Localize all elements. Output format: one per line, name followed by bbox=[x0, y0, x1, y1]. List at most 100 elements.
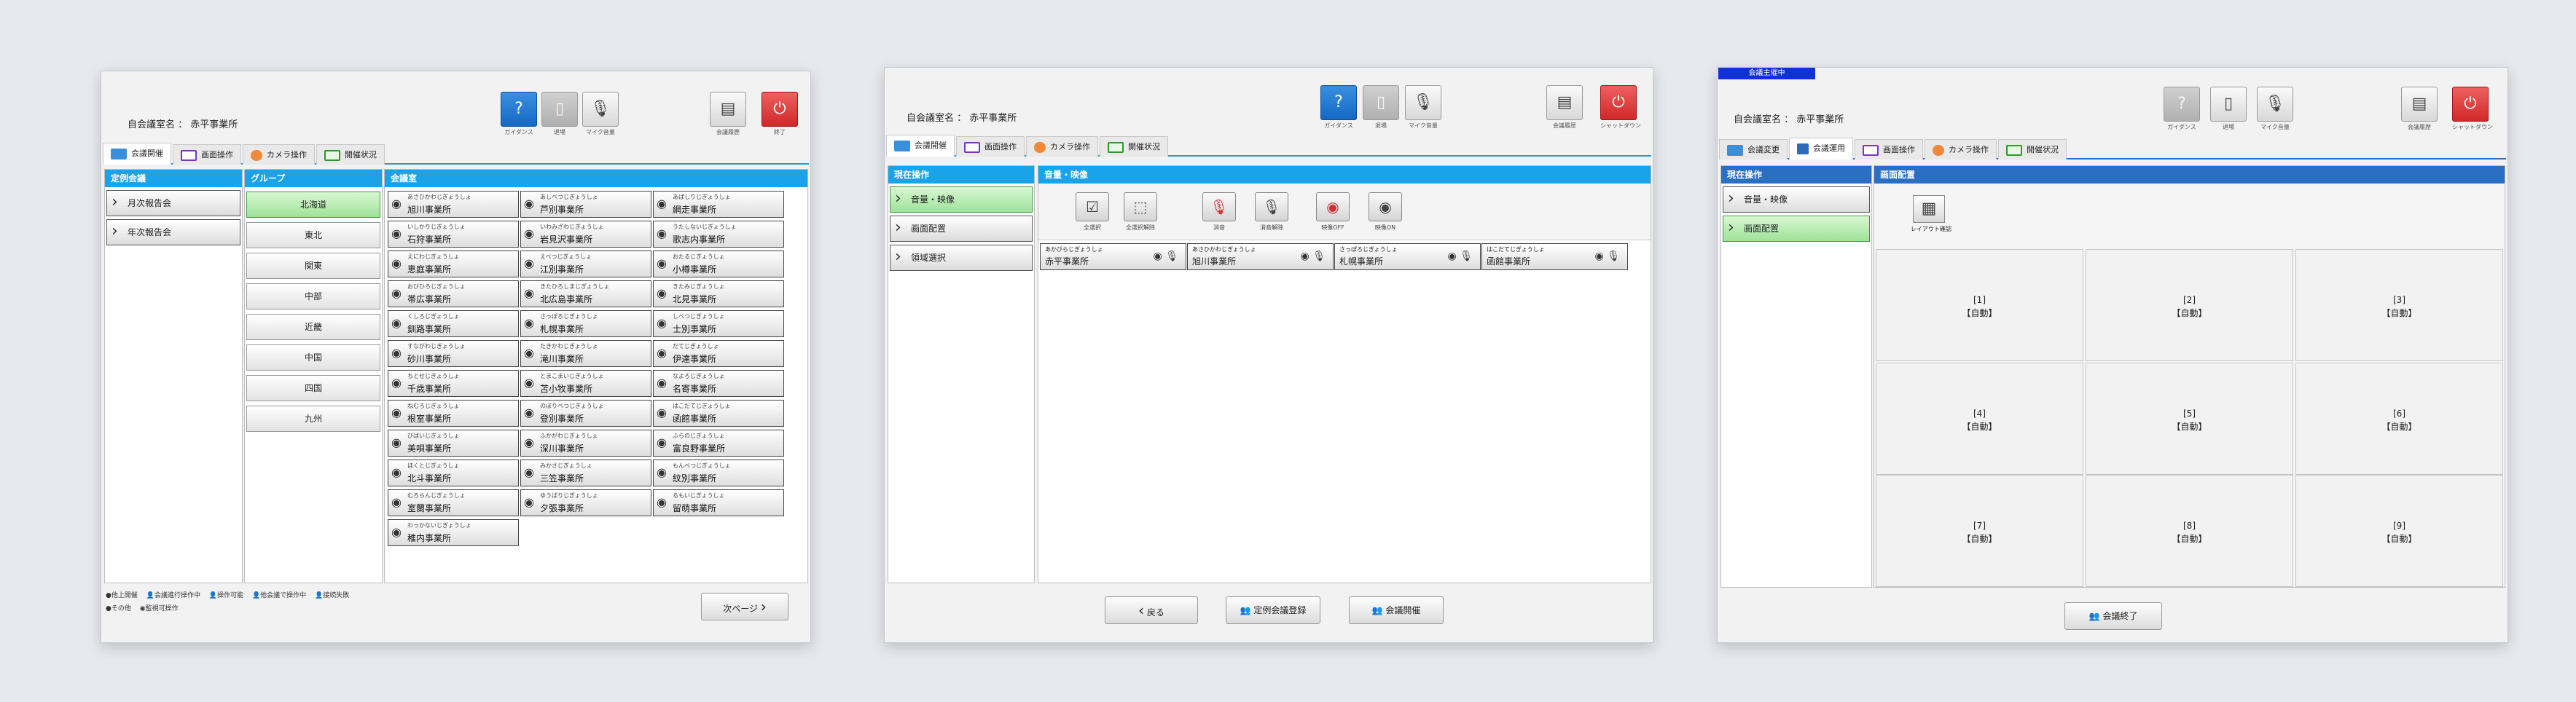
group-item[interactable]: 北海道 bbox=[246, 192, 380, 218]
tab-screen-operation[interactable]: 画面操作 bbox=[1855, 139, 1923, 159]
layout-cell[interactable]: [3] 【自動】 bbox=[2295, 249, 2503, 361]
site-button[interactable]: ◉ のぼりべつじぎょうしょ 登別事業所 bbox=[520, 400, 651, 427]
site-button[interactable]: ◉ しべつじぎょうしょ 士別事業所 bbox=[653, 310, 784, 337]
end-meeting-button[interactable]: 👥 会議終了 bbox=[2064, 602, 2162, 630]
site-button[interactable]: ◉ ちとせじぎょうしょ 千歳事業所 bbox=[388, 370, 519, 397]
tab-meeting-start[interactable]: 会議開催 bbox=[886, 135, 955, 157]
register-regular-meeting-button[interactable]: 👥 定例会議登録 bbox=[1226, 596, 1320, 624]
site-button[interactable]: ◉ おたるじぎょうしょ 小樽事業所 bbox=[653, 251, 784, 277]
tab-camera-operation[interactable]: カメラ操作 bbox=[1026, 136, 1098, 157]
layout-cell[interactable]: [8] 【自動】 bbox=[2086, 475, 2293, 587]
unmute-button[interactable]: 🎙 消音解除 bbox=[1253, 192, 1291, 232]
tab-camera-operation[interactable]: カメラ操作 bbox=[1925, 139, 1997, 159]
tab-meeting-operation[interactable]: 会議運用 bbox=[1789, 138, 1853, 159]
mute-button[interactable]: 🎙 消音 bbox=[1200, 192, 1238, 232]
layout-cell[interactable]: [1] 【自動】 bbox=[1876, 249, 2083, 361]
meeting-history-button[interactable]: ▤ 会議履歴 bbox=[710, 92, 746, 135]
site-button[interactable]: はこだてじぎょうしょ 函館事業所 ◉ 🎙 bbox=[1481, 243, 1628, 270]
group-item[interactable]: 九州 bbox=[246, 406, 380, 432]
site-button[interactable]: ◉ ほくとじぎょうしょ 北斗事業所 bbox=[388, 460, 519, 486]
shutdown-button[interactable]: ⏻ シャットダウン bbox=[2452, 87, 2493, 130]
mic-volume-button[interactable]: 🎙 マイク音量 bbox=[582, 92, 619, 135]
site-button[interactable]: ◉ あばしりじぎょうしょ 網走事業所 bbox=[653, 191, 784, 218]
list-item[interactable]: › 月次報告会 bbox=[106, 190, 240, 216]
site-button[interactable]: ◉ あさひかわじぎょうしょ 旭川事業所 bbox=[388, 191, 519, 218]
site-button[interactable]: ◉ いわみざわじぎょうしょ 岩見沢事業所 bbox=[520, 221, 651, 248]
exit-room-button[interactable]: ▯ 退場 bbox=[2210, 87, 2247, 130]
tab-meeting-change[interactable]: 会議変更 bbox=[1719, 139, 1788, 159]
mic-volume-button[interactable]: 🎙 マイク音量 bbox=[1405, 85, 1441, 129]
start-meeting-button[interactable]: 👥 会議開催 bbox=[1349, 596, 1444, 624]
shutdown-button[interactable]: ⏻ シャットダウン bbox=[1600, 85, 1641, 129]
tab-status[interactable]: 開催状況 bbox=[316, 144, 385, 165]
site-button[interactable]: ◉ だてじぎょうしょ 伊達事業所 bbox=[653, 340, 784, 367]
tab-screen-operation[interactable]: 画面操作 bbox=[956, 136, 1025, 157]
site-button[interactable]: ◉ さっぽろじぎょうしょ 札幌事業所 bbox=[520, 310, 651, 337]
site-button[interactable]: ◉ むろらんじぎょうしょ 室蘭事業所 bbox=[388, 489, 519, 516]
layout-cell[interactable]: [9] 【自動】 bbox=[2295, 475, 2503, 587]
site-button[interactable]: ◉ えにわじぎょうしょ 恵庭事業所 bbox=[388, 251, 519, 277]
back-button[interactable]: ‹ 戻る bbox=[1105, 596, 1198, 624]
menu-item-area-select[interactable]: › 領域選択 bbox=[890, 245, 1033, 271]
site-button[interactable]: ◉ もんべつじぎょうしょ 紋別事業所 bbox=[653, 460, 784, 486]
tab-status[interactable]: 開催状況 bbox=[1998, 139, 2067, 159]
list-item[interactable]: › 年次報告会 bbox=[106, 219, 240, 245]
site-button[interactable]: ◉ ゆうばりじぎょうしょ 夕張事業所 bbox=[520, 489, 651, 516]
video-off-button[interactable]: ◉ 映像OFF bbox=[1314, 192, 1352, 232]
site-button[interactable]: ◉ ねむろじぎょうしょ 根室事業所 bbox=[388, 400, 519, 427]
end-button[interactable]: ⏻ 終了 bbox=[762, 92, 798, 135]
group-item[interactable]: 東北 bbox=[246, 222, 380, 248]
guidance-button[interactable]: ? ガイダンス bbox=[2164, 87, 2200, 130]
site-button[interactable]: あかびらじぎょうしょ 赤平事業所 ◉ 🎙 bbox=[1040, 243, 1186, 270]
meeting-history-button[interactable]: ▤ 会議履歴 bbox=[1546, 85, 1583, 129]
site-button[interactable]: ◉ おびひろじぎょうしょ 帯広事業所 bbox=[388, 280, 519, 307]
video-on-button[interactable]: ◉ 映像ON bbox=[1366, 192, 1404, 232]
site-button[interactable]: ◉ たきかわじぎょうしょ 滝川事業所 bbox=[520, 340, 651, 367]
site-button[interactable]: ◉ すながわじぎょうしょ 砂川事業所 bbox=[388, 340, 519, 367]
layout-check-button[interactable]: ▦ レイアウト確認 bbox=[1911, 195, 1951, 233]
site-button[interactable]: ◉ ふかがわじぎょうしょ 深川事業所 bbox=[520, 430, 651, 457]
menu-item-volume-video[interactable]: › 音量・映像 bbox=[890, 186, 1033, 213]
site-button[interactable]: ◉ びばいじぎょうしょ 美唄事業所 bbox=[388, 430, 519, 457]
mic-volume-button[interactable]: 🎙 マイク音量 bbox=[2257, 87, 2293, 130]
select-all-button[interactable]: ☑ 全選択 bbox=[1073, 192, 1111, 232]
menu-item-screen-layout[interactable]: › 画面配置 bbox=[1723, 216, 1870, 242]
layout-cell[interactable]: [5] 【自動】 bbox=[2086, 363, 2293, 475]
layout-cell[interactable]: [4] 【自動】 bbox=[1876, 363, 2083, 475]
guidance-button[interactable]: ? ガイダンス bbox=[1320, 85, 1357, 129]
tab-screen-operation[interactable]: 画面操作 bbox=[173, 144, 241, 165]
site-button[interactable]: ◉ ふらのじぎょうしょ 富良野事業所 bbox=[653, 430, 784, 457]
guidance-button[interactable]: ? ガイダンス bbox=[501, 92, 537, 135]
site-button[interactable]: ◉ きたひろしまじぎょうしょ 北広島事業所 bbox=[520, 280, 651, 307]
site-button[interactable]: ◉ とまこまいじぎょうしょ 苫小牧事業所 bbox=[520, 370, 651, 397]
group-item[interactable]: 関東 bbox=[246, 253, 380, 279]
site-button[interactable]: ◉ きたみじぎょうしょ 北見事業所 bbox=[653, 280, 784, 307]
site-button[interactable]: ◉ あしべつじぎょうしょ 芦別事業所 bbox=[520, 191, 651, 218]
site-button[interactable]: ◉ うたしないじぎょうしょ 歌志内事業所 bbox=[653, 221, 784, 248]
site-button[interactable]: ◉ いしかりじぎょうしょ 石狩事業所 bbox=[388, 221, 519, 248]
exit-room-button[interactable]: ▯ 退場 bbox=[1363, 85, 1399, 129]
deselect-all-button[interactable]: ⬚ 全選択解除 bbox=[1121, 192, 1159, 232]
site-button[interactable]: ◉ わっかないじぎょうしょ 稚内事業所 bbox=[388, 519, 519, 546]
site-button[interactable]: あさひかわじぎょうしょ 旭川事業所 ◉ 🎙 bbox=[1187, 243, 1334, 270]
tab-camera-operation[interactable]: カメラ操作 bbox=[243, 144, 315, 165]
site-button[interactable]: ◉ みかさじぎょうしょ 三笠事業所 bbox=[520, 460, 651, 486]
meeting-history-button[interactable]: ▤ 会議履歴 bbox=[2401, 87, 2438, 130]
site-button[interactable]: ◉ えべつじぎょうしょ 江別事業所 bbox=[520, 251, 651, 277]
exit-room-button[interactable]: ▯ 退場 bbox=[541, 92, 578, 135]
menu-item-volume-video[interactable]: › 音量・映像 bbox=[1723, 186, 1870, 213]
menu-item-screen-layout[interactable]: › 画面配置 bbox=[890, 216, 1033, 242]
tab-meeting-start[interactable]: 会議開催 bbox=[103, 143, 171, 165]
layout-cell[interactable]: [2] 【自動】 bbox=[2086, 249, 2293, 361]
site-button[interactable]: ◉ なよろじぎょうしょ 名寄事業所 bbox=[653, 370, 784, 397]
site-button[interactable]: ◉ はこだてじぎょうしょ 函館事業所 bbox=[653, 400, 784, 427]
group-item[interactable]: 近畿 bbox=[246, 314, 380, 340]
site-button[interactable]: さっぽろじぎょうしょ 札幌事業所 ◉ 🎙 bbox=[1334, 243, 1481, 270]
next-page-button[interactable]: 次ページ › bbox=[701, 593, 788, 620]
group-item[interactable]: 中国 bbox=[246, 344, 380, 371]
tab-status[interactable]: 開催状況 bbox=[1100, 136, 1168, 157]
group-item[interactable]: 四国 bbox=[246, 375, 380, 401]
layout-cell[interactable]: [6] 【自動】 bbox=[2295, 363, 2503, 475]
site-button[interactable]: ◉ るもいじぎょうしょ 留萌事業所 bbox=[653, 489, 784, 516]
group-item[interactable]: 中部 bbox=[246, 283, 380, 309]
